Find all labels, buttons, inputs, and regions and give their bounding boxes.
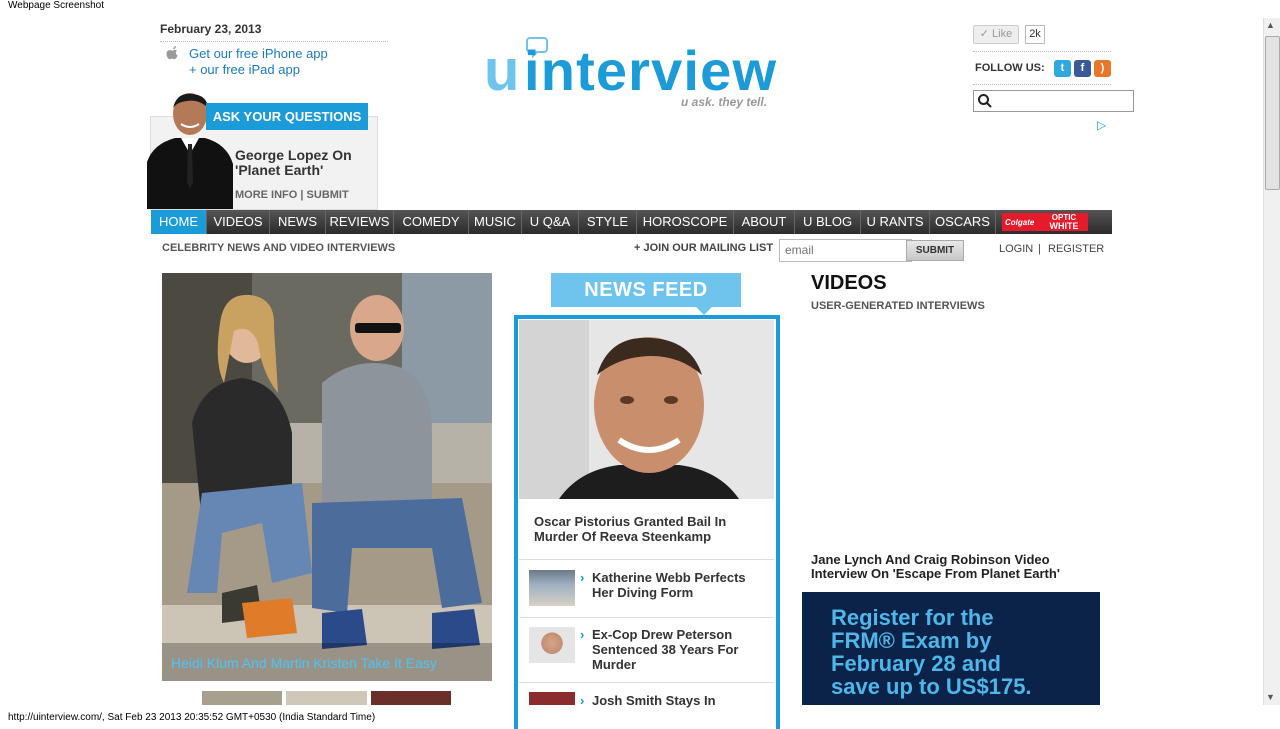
news-thumb-3[interactable] [529,692,575,705]
header-divider-2 [973,84,1111,85]
news-feed-arrow [696,307,712,315]
frm-ad-text[interactable]: Register for the FRM® Exam by February 2… [831,606,1091,698]
logo-graphic: u interview u ask. they tell. [484,37,776,109]
ad-line-3: February 28 and [831,651,1001,676]
logo-prefix: u [484,38,519,103]
nav-comedy[interactable]: COMEDY [394,210,469,234]
nav-home[interactable]: HOME [151,210,207,234]
ask-questions-tab[interactable]: ASK YOUR QUESTIONS [206,103,368,130]
logo-name: interview [524,39,776,102]
feature-photo-graphic [162,273,492,681]
apple-icon [166,46,178,60]
videos-title: VIDEOS [811,272,887,294]
ad-line-2: FRM® Exam by [831,628,992,653]
news-main-headline[interactable]: Oscar Pistorius Granted Bail In Murder O… [534,514,754,544]
like-count: 2k [1025,25,1045,44]
facebook-like-button[interactable]: ✓ Like [973,25,1019,44]
auth-divider: | [1038,243,1041,255]
chevron-right-icon: › [580,693,585,708]
videos-subtitle: USER-GENERATED INTERVIEWS [811,300,985,312]
news-item-3[interactable]: Josh Smith Stays In [592,693,762,708]
chevron-right-icon: › [580,570,585,585]
news-photo-graphic [519,320,774,499]
news-item-1[interactable]: Katherine Webb Perfects Her Diving Form [592,570,762,600]
iphone-app-link[interactable]: Get our free iPhone app [189,46,328,61]
nav-urants[interactable]: U RANTS [861,210,930,234]
promo-links: MORE INFO | SUBMIT [235,189,349,201]
nav-reviews[interactable]: REVIEWS [326,210,394,234]
logo-tagline: u ask. they tell. [681,95,767,109]
header-divider [973,51,1111,52]
follow-label: FOLLOW US: [975,62,1045,74]
news-divider [519,682,774,683]
news-feed-heading: NEWS FEED [551,273,741,307]
news-thumb-2[interactable] [529,627,575,663]
feature-thumb-2[interactable] [286,691,367,705]
register-link[interactable]: REGISTER [1048,243,1104,255]
twitter-icon[interactable]: t [1054,60,1071,77]
join-mailing-list[interactable]: + JOIN OUR MAILING LIST [634,242,773,254]
feature-thumb-1[interactable] [202,691,282,705]
search-icon [978,94,992,108]
news-thumb-1[interactable] [529,570,575,606]
nav-videos[interactable]: VIDEOS [207,210,270,234]
email-field[interactable] [779,239,912,262]
nav-about[interactable]: ABOUT [734,210,795,234]
nav-news[interactable]: NEWS [270,210,326,234]
ad-line-4: save up to US$175. [831,674,1032,699]
main-nav: HOME VIDEOS NEWS REVIEWS COMEDY MUSIC U … [151,210,1112,234]
scroll-down-icon[interactable]: ▼ [1266,692,1275,702]
rss-icon[interactable]: ) [1094,60,1111,77]
nav-ublog[interactable]: U BLOG [795,210,861,234]
feature-photo[interactable] [162,273,492,681]
nav-music[interactable]: MUSIC [469,210,522,234]
sponsor-line2: WHITE [1049,221,1079,231]
video-caption[interactable]: Jane Lynch And Craig Robinson Video Inte… [811,553,1101,581]
sponsor-brand: Colgate [1005,218,1035,227]
search-input[interactable] [973,90,1134,112]
site-tagline: CELEBRITY NEWS AND VIDEO INTERVIEWS [162,242,396,254]
feature-thumb-3[interactable] [371,691,451,705]
news-item-2[interactable]: Ex-Cop Drew Peterson Sentenced 38 Years … [592,627,762,672]
nav-style[interactable]: STYLE [579,210,637,234]
news-divider [519,617,774,618]
ipad-app-link[interactable]: + our free iPad app [189,62,300,77]
feature-caption[interactable]: Heidi Klum And Martin Kristen Take It Ea… [171,655,437,671]
ad-line-1: Register for the [831,605,994,630]
mailing-submit-button[interactable]: SUBMIT [906,240,964,261]
like-label: Like [992,28,1013,40]
adchoices-icon[interactable]: ▷ [1097,118,1106,132]
facebook-icon[interactable]: f [1074,60,1091,77]
nav-oscars[interactable]: OSCARS [930,210,996,234]
site-logo[interactable]: u interview u ask. they tell. [484,36,784,110]
window-caption: Webpage Screenshot [8,0,104,11]
scrollbar-thumb[interactable] [1265,36,1280,190]
nav-uqa[interactable]: U Q&A [522,210,579,234]
like-check-icon: ✓ [979,28,993,40]
chevron-right-icon: › [580,627,585,642]
nav-horoscope[interactable]: HOROSCOPE [637,210,734,234]
sponsor-badge[interactable]: Colgate OPTIC WHITE [1002,213,1088,231]
news-divider [519,559,774,560]
more-info-link[interactable]: MORE INFO [235,189,297,201]
submit-link[interactable]: SUBMIT [307,189,349,201]
promo-divider: | [300,189,304,201]
login-link[interactable]: LOGIN [999,243,1033,255]
promo-title[interactable]: George Lopez On 'Planet Earth' [235,148,375,178]
status-bar-url: http://uinterview.com/, Sat Feb 23 2013 … [8,712,376,723]
current-date: February 23, 2013 [160,22,388,42]
news-feed-main-photo[interactable] [519,320,774,499]
scroll-up-icon[interactable]: ▲ [1266,20,1275,30]
video-player[interactable] [811,318,1101,546]
